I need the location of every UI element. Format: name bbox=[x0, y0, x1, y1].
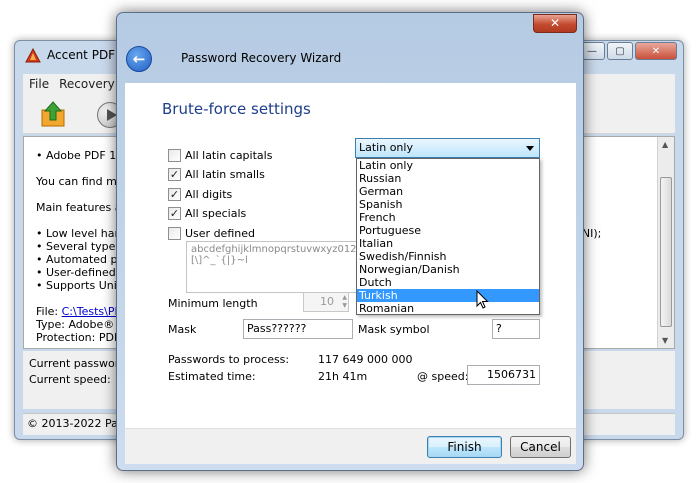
checkbox-label: All digits bbox=[185, 187, 233, 201]
info-line: • User-defined s bbox=[36, 266, 125, 279]
dropdown-option[interactable]: Latin only bbox=[357, 159, 539, 172]
dropdown-option[interactable]: Russian bbox=[357, 172, 539, 185]
estimated-label: Estimated time: bbox=[168, 370, 256, 383]
mouse-pointer-icon bbox=[476, 290, 489, 309]
cancel-button[interactable]: Cancel bbox=[510, 436, 571, 458]
page-heading: Brute-force settings bbox=[162, 100, 311, 118]
password-recovery-wizard: ✕ ← Password Recovery Wizard Brute-force… bbox=[116, 12, 584, 471]
main-close-button[interactable]: ✕ bbox=[635, 42, 677, 60]
spin-down-icon[interactable]: ▼ bbox=[336, 302, 347, 310]
passwords-label: Passwords to process: bbox=[168, 353, 290, 366]
checkbox-latin-capitals[interactable]: All latin capitals bbox=[168, 147, 272, 163]
dialog-title: Password Recovery Wizard bbox=[181, 51, 342, 65]
info-line: • Low level hand bbox=[36, 227, 129, 240]
open-file-icon[interactable] bbox=[39, 100, 67, 128]
charset-line: abcdefghijklmnopqrstuvwxyz01234 bbox=[191, 244, 364, 255]
mask-label: Mask bbox=[168, 323, 197, 336]
checkbox-box[interactable]: ✓ bbox=[168, 167, 181, 181]
info-scrollbar[interactable]: ▲ ▼ bbox=[657, 137, 674, 348]
mask-input[interactable]: Pass?????? bbox=[243, 319, 353, 339]
scroll-down-icon[interactable]: ▼ bbox=[662, 336, 668, 345]
close-icon[interactable]: ✕ bbox=[533, 14, 577, 33]
dropdown-option[interactable]: Norwegian/Danish bbox=[357, 263, 539, 276]
language-selected: Latin only bbox=[359, 141, 413, 154]
dropdown-option[interactable]: Italian bbox=[357, 237, 539, 250]
mask-symbol-input[interactable]: ? bbox=[492, 319, 540, 339]
file-label: File: bbox=[36, 305, 59, 318]
dropdown-option[interactable]: German bbox=[357, 185, 539, 198]
scroll-up-icon[interactable]: ▲ bbox=[662, 140, 668, 149]
info-line: You can find mor bbox=[36, 175, 129, 188]
checkbox-label: User defined bbox=[185, 226, 255, 240]
passwords-value: 117 649 000 000 bbox=[318, 353, 413, 366]
info-line: Main features ar bbox=[36, 201, 126, 214]
dropdown-option[interactable]: Portuguese bbox=[357, 224, 539, 237]
speed-value: 1506731 bbox=[467, 365, 540, 385]
back-arrow-icon[interactable]: ← bbox=[126, 46, 152, 72]
checkbox-specials[interactable]: ✓ All specials bbox=[168, 205, 246, 221]
user-charset-field[interactable]: abcdefghijklmnopqrstuvwxyz01234 [\]^_`{|… bbox=[186, 241, 364, 293]
checkbox-digits[interactable]: ✓ All digits bbox=[168, 186, 232, 202]
language-dropdown: Latin only Russian German Spanish French… bbox=[356, 158, 540, 315]
menu-recovery[interactable]: Recovery bbox=[59, 77, 115, 91]
dialog-footer: Finish Cancel bbox=[125, 428, 576, 464]
info-line: • Adobe PDF 1.2 bbox=[36, 149, 127, 162]
checkbox-box[interactable] bbox=[168, 226, 181, 240]
scroll-thumb[interactable] bbox=[660, 177, 672, 327]
language-select[interactable]: Latin only bbox=[355, 138, 540, 158]
dialog-body: Brute-force settings All latin capitals … bbox=[125, 83, 576, 428]
checkbox-label: All latin capitals bbox=[185, 148, 273, 162]
estimated-value: 21h 41m bbox=[318, 370, 368, 383]
main-window-title: Accent PDF P bbox=[47, 48, 127, 62]
dropdown-option[interactable]: Spanish bbox=[357, 198, 539, 211]
dropdown-option[interactable]: Romanian bbox=[357, 302, 539, 315]
chevron-down-icon[interactable] bbox=[526, 146, 534, 151]
status-current-speed: Current speed: bbox=[29, 373, 111, 386]
min-length-stepper[interactable]: 10 ▲ ▼ bbox=[303, 292, 349, 312]
spin-up-icon[interactable]: ▲ bbox=[336, 294, 347, 302]
checkbox-box[interactable]: ✓ bbox=[168, 206, 181, 220]
dropdown-option-highlighted[interactable]: Turkish bbox=[357, 289, 539, 302]
menu-file[interactable]: File bbox=[29, 77, 49, 91]
checkbox-box[interactable]: ✓ bbox=[168, 187, 181, 201]
dropdown-option[interactable]: Dutch bbox=[357, 276, 539, 289]
checkbox-label: All specials bbox=[185, 206, 247, 220]
dropdown-option[interactable]: French bbox=[357, 211, 539, 224]
min-length-value: 10 bbox=[320, 295, 334, 308]
pdf-app-icon bbox=[25, 48, 41, 63]
finish-button[interactable]: Finish bbox=[427, 436, 502, 458]
checkbox-label: All latin smalls bbox=[185, 167, 265, 181]
speed-label: @ speed: bbox=[417, 370, 469, 383]
mask-symbol-label: Mask symbol bbox=[358, 323, 430, 336]
status-current-password: Current password bbox=[29, 357, 127, 370]
checkbox-latin-smalls[interactable]: ✓ All latin smalls bbox=[168, 166, 265, 182]
maximize-button[interactable]: ▢ bbox=[607, 42, 633, 60]
charset-line: [\]^_`{|}~l bbox=[191, 255, 248, 266]
checkbox-user-defined[interactable]: User defined bbox=[168, 225, 255, 241]
min-length-label: Minimum length bbox=[168, 297, 258, 310]
dropdown-option[interactable]: Swedish/Finnish bbox=[357, 250, 539, 263]
checkbox-box[interactable] bbox=[168, 148, 181, 162]
